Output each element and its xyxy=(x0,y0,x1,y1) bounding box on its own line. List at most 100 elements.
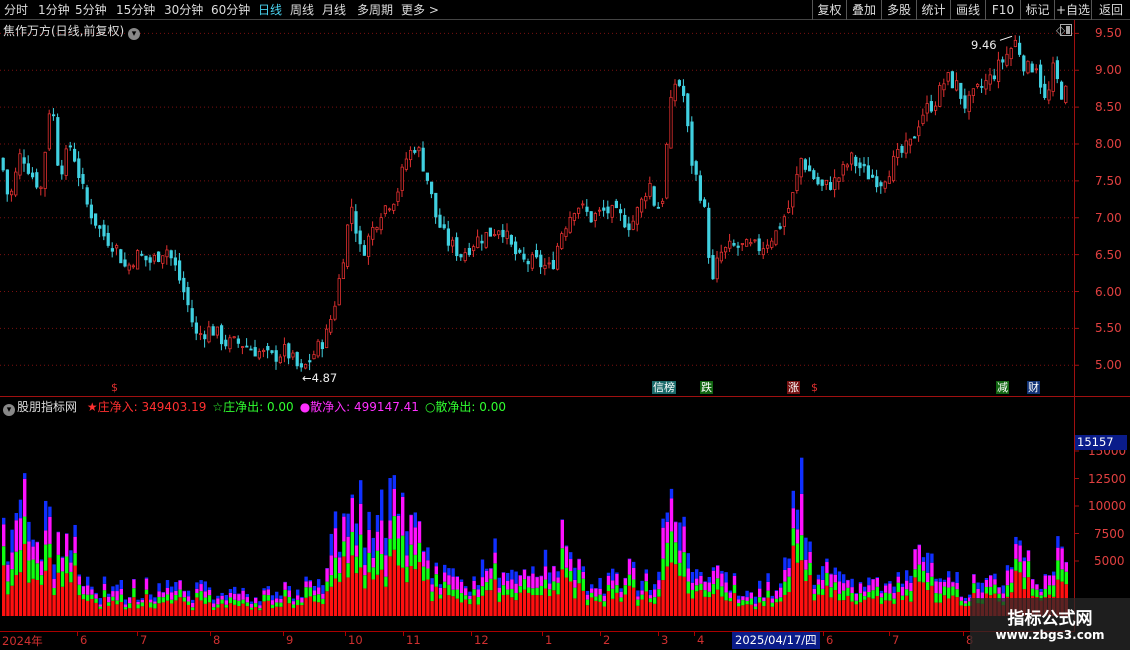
indicator-bar-segment xyxy=(212,599,216,604)
period-tab-6[interactable]: 日线 xyxy=(258,2,282,18)
indicator-bar-segment xyxy=(107,602,111,606)
indicator-bar-segment xyxy=(468,595,472,600)
indicator-bar-segment xyxy=(199,600,203,616)
indicator-bar-segment xyxy=(241,603,245,616)
indicator-bar-segment xyxy=(443,581,447,589)
date-label-4: 9 xyxy=(286,633,294,647)
event-tag-2[interactable]: 跌 xyxy=(700,381,713,394)
indicator-bar-segment xyxy=(808,551,812,563)
indicator-bar-segment xyxy=(514,583,518,593)
toolbar-button-2[interactable]: 多股 xyxy=(881,0,916,20)
indicator-bar-segment xyxy=(476,597,480,605)
period-tab-1[interactable]: 1分钟 xyxy=(38,2,70,18)
indicator-bar-segment xyxy=(312,601,317,616)
candle-body xyxy=(446,228,451,246)
toolbar-button-6[interactable]: 标记 xyxy=(1020,0,1054,20)
indicator-bar-segment xyxy=(354,573,359,616)
candle-body xyxy=(266,346,270,351)
indicator-bar-segment xyxy=(850,592,854,602)
indicator-bar-segment xyxy=(77,595,81,616)
indicator-bar-segment xyxy=(111,586,115,592)
toolbar-button-7[interactable]: +自选 xyxy=(1054,0,1091,20)
indicator-bar-segment xyxy=(653,589,657,598)
period-tab-3[interactable]: 15分钟 xyxy=(116,2,155,18)
indicator-bar-segment xyxy=(661,518,665,528)
indicator-bar-segment xyxy=(203,603,207,616)
chevron-down-icon[interactable]: ▾ xyxy=(128,28,141,40)
period-tab-2[interactable]: 5分钟 xyxy=(75,2,107,18)
indicator-bar-segment xyxy=(762,606,766,616)
candle-body xyxy=(736,245,740,248)
period-tab-5[interactable]: 60分钟 xyxy=(211,2,250,18)
toolbar-button-1[interactable]: 叠加 xyxy=(846,0,881,20)
indicator-bar-segment xyxy=(837,581,842,594)
indicator-bar-segment xyxy=(938,593,942,603)
period-tab-4[interactable]: 30分钟 xyxy=(164,2,203,18)
toolbar-button-5[interactable]: F10 xyxy=(985,0,1020,20)
indicator-bar-segment xyxy=(2,546,6,566)
toolbar-button-0[interactable]: 复权 xyxy=(812,0,846,20)
indicator-bar-segment xyxy=(48,506,52,517)
event-tag-5[interactable]: 减 xyxy=(996,381,1009,394)
candle-body xyxy=(997,59,1001,82)
indicator-bar-segment xyxy=(10,552,14,570)
period-tab-8[interactable]: 月线 xyxy=(322,2,346,18)
candle-body xyxy=(829,182,833,190)
indicator-bar-segment xyxy=(329,533,333,556)
toolbar-button-4[interactable]: 画线 xyxy=(950,0,985,20)
indicator-bar-segment xyxy=(455,576,459,577)
indicator-bar-segment xyxy=(636,596,640,600)
indicator-bar-segment xyxy=(270,595,275,601)
event-tag-6[interactable]: 财 xyxy=(1027,381,1040,394)
indicator-bar-segment xyxy=(560,569,564,616)
candle-body xyxy=(787,208,791,213)
indicator-bar-segment xyxy=(627,585,632,616)
period-tab-10[interactable]: 更多 > xyxy=(401,2,439,18)
chevron-down-icon[interactable]: ▾ xyxy=(3,404,15,416)
toolbar-button-8[interactable]: 返回 xyxy=(1091,0,1130,20)
indicator-value-2: ●散净入: 499147.41 xyxy=(299,400,419,414)
indicator-bar-segment xyxy=(774,590,779,591)
event-tag-4[interactable]: $ xyxy=(810,381,819,394)
indicator-bar-segment xyxy=(984,586,989,594)
window-toggle-icon[interactable] xyxy=(1060,24,1072,36)
event-tag-3[interactable]: 涨 xyxy=(787,381,800,394)
indicator-bar-segment xyxy=(774,590,779,599)
candle-body xyxy=(640,198,644,213)
period-tab-9[interactable]: 多周期 xyxy=(357,2,393,18)
indicator-bar-segment xyxy=(413,512,417,528)
indicator-bar-segment xyxy=(720,586,724,597)
candle-body xyxy=(980,86,984,88)
indicator-pane-title[interactable]: 股朋指标网 xyxy=(17,400,77,414)
candle-body xyxy=(686,93,690,127)
event-tag-1[interactable]: 信榜 xyxy=(652,381,676,394)
candle-body xyxy=(866,165,871,180)
indicator-bar-segment xyxy=(825,562,829,573)
indicator-bar-segment xyxy=(837,600,842,616)
indicator-bar-segment xyxy=(514,600,518,616)
period-tab-0[interactable]: 分时 xyxy=(4,2,28,18)
candle-body xyxy=(492,234,497,237)
candle-body xyxy=(757,238,761,252)
indicator-bar-segment xyxy=(854,604,858,616)
candle-body xyxy=(627,223,631,231)
candle-body xyxy=(165,249,169,258)
toolbar-button-3[interactable]: 统计 xyxy=(916,0,950,20)
price-pane-title[interactable]: 焦作万方(日线,前复权) ▾ xyxy=(3,22,142,40)
candle-body xyxy=(98,225,102,229)
indicator-bar-segment xyxy=(787,558,791,568)
indicator-bar-segment xyxy=(254,597,258,604)
candle-body xyxy=(245,345,249,348)
event-tag-0[interactable]: $ xyxy=(110,381,119,394)
indicator-bar-segment xyxy=(409,514,413,545)
indicator-bar-segment xyxy=(539,575,543,586)
indicator-bar-segment xyxy=(804,581,808,616)
indicator-bar-segment xyxy=(207,595,212,603)
indicator-bar-segment xyxy=(380,569,384,616)
indicator-bar-segment xyxy=(888,600,892,616)
indicator-bar-segment xyxy=(186,604,191,616)
period-tab-7[interactable]: 周线 xyxy=(290,2,314,18)
indicator-bar-segment xyxy=(270,604,275,609)
indicator-bar-segment xyxy=(724,592,728,601)
indicator-bar-segment xyxy=(283,581,287,583)
